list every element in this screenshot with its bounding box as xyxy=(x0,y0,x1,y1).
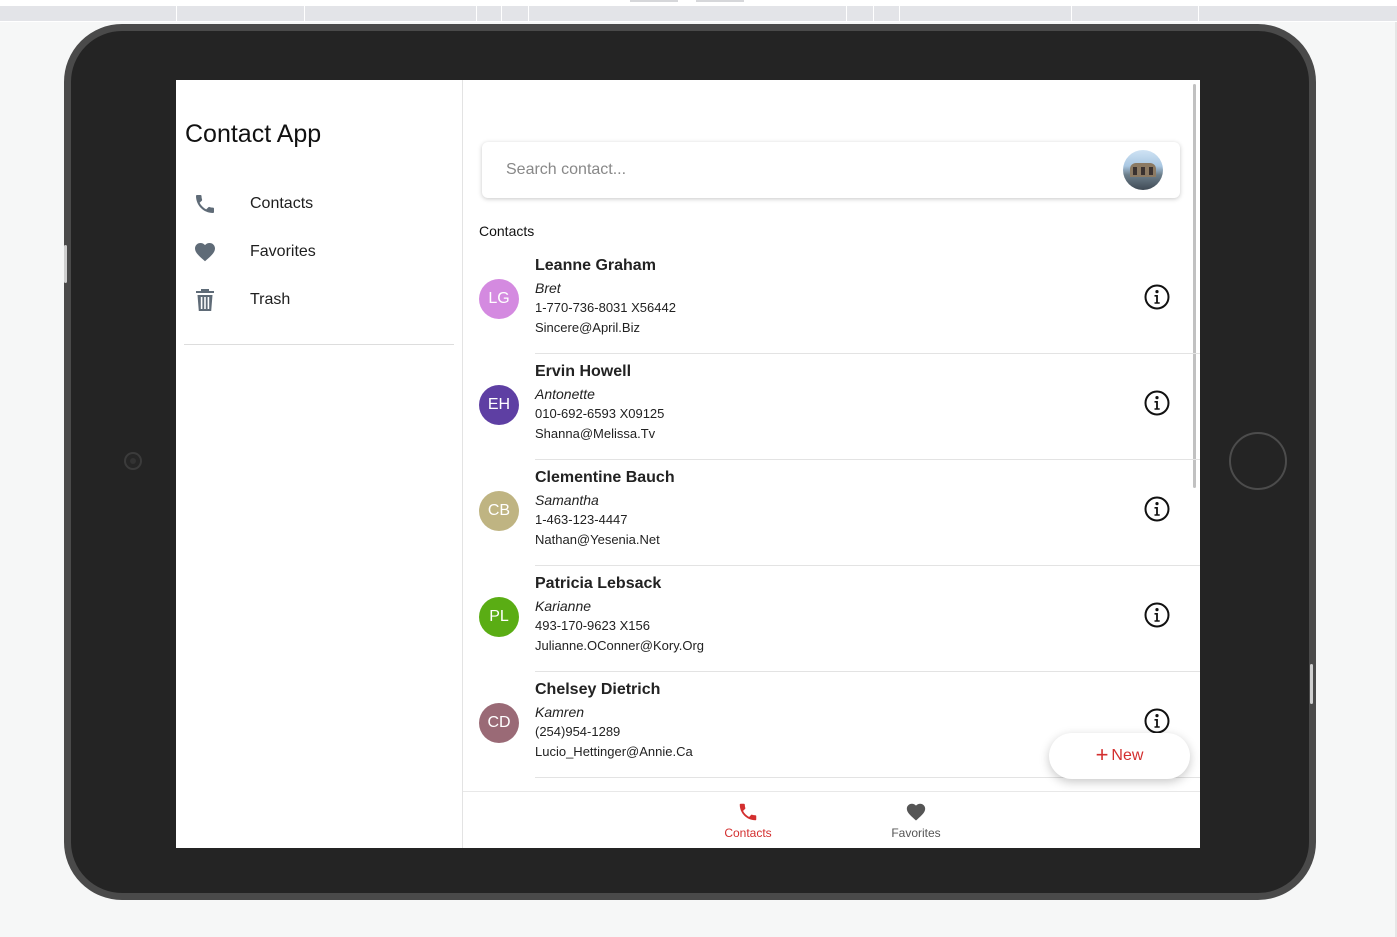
contact-name: Patricia Lebsack xyxy=(535,575,662,592)
bottom-navigation: Contacts Favorites xyxy=(463,791,1200,848)
contact-name: Leanne Graham xyxy=(535,257,656,274)
top-ruler xyxy=(0,0,1397,22)
contact-avatar: EH xyxy=(479,385,519,425)
ruler-tick xyxy=(476,6,477,21)
user-avatar[interactable] xyxy=(1123,150,1163,190)
contact-item[interactable]: LG Leanne Graham Bret 1-770-736-8031 X56… xyxy=(463,248,1200,354)
info-icon xyxy=(1144,284,1170,310)
ruler-tick xyxy=(873,6,874,21)
phone-icon xyxy=(739,803,757,821)
app-screen: Contact App Contacts Favorites Trash Sea… xyxy=(176,80,1200,848)
ruler-tick xyxy=(846,6,847,21)
contact-name: Chelsey Dietrich xyxy=(535,681,661,698)
camera-icon xyxy=(124,452,142,470)
contact-avatar: LG xyxy=(479,279,519,319)
contact-email: Julianne.OConner@Kory.Org xyxy=(535,638,705,653)
ruler-tick xyxy=(1198,6,1199,21)
search-bar xyxy=(482,142,1180,198)
ruler-tick xyxy=(304,6,305,21)
sidebar-item-label: Trash xyxy=(250,291,291,308)
tablet-side-edge xyxy=(64,245,67,283)
info-icon xyxy=(1144,708,1170,734)
contact-phone: 493-170-9623 X156 xyxy=(535,618,650,633)
info-icon xyxy=(1144,496,1170,522)
sidebar-item-contacts[interactable]: Contacts xyxy=(184,183,454,225)
info-icon xyxy=(1144,390,1170,416)
contact-username: Kamren xyxy=(535,704,585,720)
sidebar: Contact App Contacts Favorites Trash xyxy=(176,80,463,848)
contact-email: Sincere@April.Biz xyxy=(535,320,640,335)
new-button-label: New xyxy=(1111,747,1144,764)
bottom-nav-favorites[interactable]: Favorites xyxy=(856,792,976,848)
app-title: Contact App xyxy=(185,120,322,148)
ruler-handle[interactable] xyxy=(630,0,678,2)
contact-username: Bret xyxy=(535,280,561,296)
contact-avatar: CB xyxy=(479,491,519,531)
search-input[interactable] xyxy=(506,158,1066,182)
bottom-nav-contacts[interactable]: Contacts xyxy=(688,792,808,848)
tablet-side-edge xyxy=(1310,664,1313,704)
contact-phone: 1-463-123-4447 xyxy=(535,512,628,527)
bottom-nav-label: Favorites xyxy=(891,826,941,840)
contact-avatar: PL xyxy=(479,597,519,637)
sidebar-item-label: Favorites xyxy=(250,243,316,260)
plus-icon: + xyxy=(1095,742,1109,767)
info-button[interactable] xyxy=(1142,282,1172,312)
contact-phone: 010-692-6593 X09125 xyxy=(535,406,665,421)
section-heading: Contacts xyxy=(479,223,535,239)
bottom-nav-label: Contacts xyxy=(724,826,772,840)
phone-icon xyxy=(190,189,220,219)
contact-email: Lucio_Hettinger@Annie.Ca xyxy=(535,744,693,759)
ruler-tick xyxy=(1071,6,1072,21)
info-button[interactable] xyxy=(1142,706,1172,736)
contact-avatar: CD xyxy=(479,703,519,743)
main-panel: Contacts LG Leanne Graham Bret 1-770-736… xyxy=(463,80,1200,848)
trash-icon xyxy=(190,285,220,315)
ruler-bar xyxy=(0,6,1397,21)
contact-username: Karianne xyxy=(535,598,592,614)
new-contact-button[interactable]: + New xyxy=(1049,733,1190,779)
home-button[interactable] xyxy=(1229,432,1287,490)
contact-email: Shanna@Melissa.Tv xyxy=(535,426,656,441)
contact-item[interactable]: CB Clementine Bauch Samantha 1-463-123-4… xyxy=(463,460,1200,566)
ruler-tick xyxy=(176,6,177,21)
info-button[interactable] xyxy=(1142,494,1172,524)
heart-icon xyxy=(906,803,926,821)
ruler-tick xyxy=(528,6,529,21)
ruler-tick xyxy=(501,6,502,21)
info-button[interactable] xyxy=(1142,600,1172,630)
contact-email: Nathan@Yesenia.Net xyxy=(535,532,660,547)
contact-item[interactable]: EH Ervin Howell Antonette 010-692-6593 X… xyxy=(463,354,1200,460)
info-icon xyxy=(1144,602,1170,628)
contact-phone: (254)954-1289 xyxy=(535,724,621,739)
contact-name: Ervin Howell xyxy=(535,363,632,380)
sidebar-item-trash[interactable]: Trash xyxy=(184,279,454,321)
sidebar-item-favorites[interactable]: Favorites xyxy=(184,231,454,273)
ruler-handle[interactable] xyxy=(696,0,744,2)
contact-username: Samantha xyxy=(535,492,599,508)
contact-item[interactable]: PL Patricia Lebsack Karianne 493-170-962… xyxy=(463,566,1200,672)
ruler-tick xyxy=(899,6,900,21)
heart-icon xyxy=(190,237,220,267)
contact-username: Antonette xyxy=(535,386,595,402)
contact-phone: 1-770-736-8031 X56442 xyxy=(535,300,676,315)
sidebar-divider xyxy=(184,344,454,345)
contact-name: Clementine Bauch xyxy=(535,469,675,486)
info-button[interactable] xyxy=(1142,388,1172,418)
sidebar-item-label: Contacts xyxy=(250,195,314,212)
